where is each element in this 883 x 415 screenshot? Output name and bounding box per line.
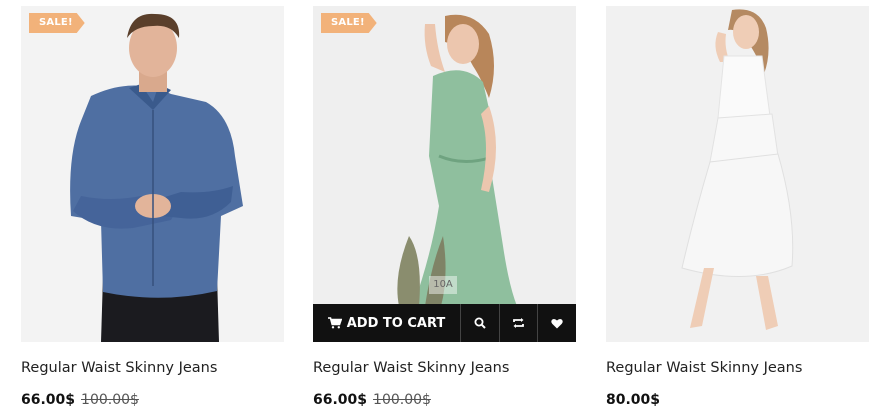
add-to-cart-label: ADD TO CART: [346, 315, 446, 331]
quick-view-button[interactable]: [461, 304, 500, 342]
product-image[interactable]: SALE! 10A ADD TO CART: [313, 6, 576, 342]
product-image[interactable]: [606, 6, 869, 342]
product-card[interactable]: Regular Waist Skinny Jeans 80.00$: [606, 6, 869, 411]
search-icon: [474, 314, 486, 333]
product-title[interactable]: Regular Waist Skinny Jeans: [313, 360, 509, 376]
product-price: 66.00$ 100.00$: [21, 392, 139, 408]
old-price: 100.00$: [81, 392, 139, 408]
compare-button[interactable]: [500, 304, 539, 342]
sale-badge: SALE!: [321, 13, 377, 33]
product-action-bar: ADD TO CART: [313, 304, 576, 342]
current-price: 66.00$: [313, 392, 368, 408]
current-price: 80.00$: [606, 392, 661, 408]
product-image[interactable]: SALE!: [21, 6, 284, 342]
product-title[interactable]: Regular Waist Skinny Jeans: [21, 360, 217, 376]
product-price: 66.00$ 100.00$: [313, 392, 431, 408]
woman-white-dress-figure: [606, 6, 869, 342]
image-tag: 10A: [429, 276, 457, 294]
wishlist-button[interactable]: [538, 304, 576, 342]
heart-icon: [551, 314, 563, 333]
cart-icon: [327, 317, 342, 329]
old-price: 100.00$: [373, 392, 431, 408]
man-denim-shirt-figure: [21, 6, 284, 342]
product-price: 80.00$: [606, 392, 660, 408]
compare-icon: [512, 314, 525, 333]
sale-badge: SALE!: [29, 13, 85, 33]
product-card[interactable]: SALE! 10A ADD TO CART Regular Waist Skin…: [313, 6, 576, 411]
product-card[interactable]: SALE! Regular Waist Skinny Jeans 66.00$ 1…: [21, 6, 284, 411]
add-to-cart-button[interactable]: ADD TO CART: [313, 304, 461, 342]
product-title[interactable]: Regular Waist Skinny Jeans: [606, 360, 802, 376]
current-price: 66.00$: [21, 392, 76, 408]
